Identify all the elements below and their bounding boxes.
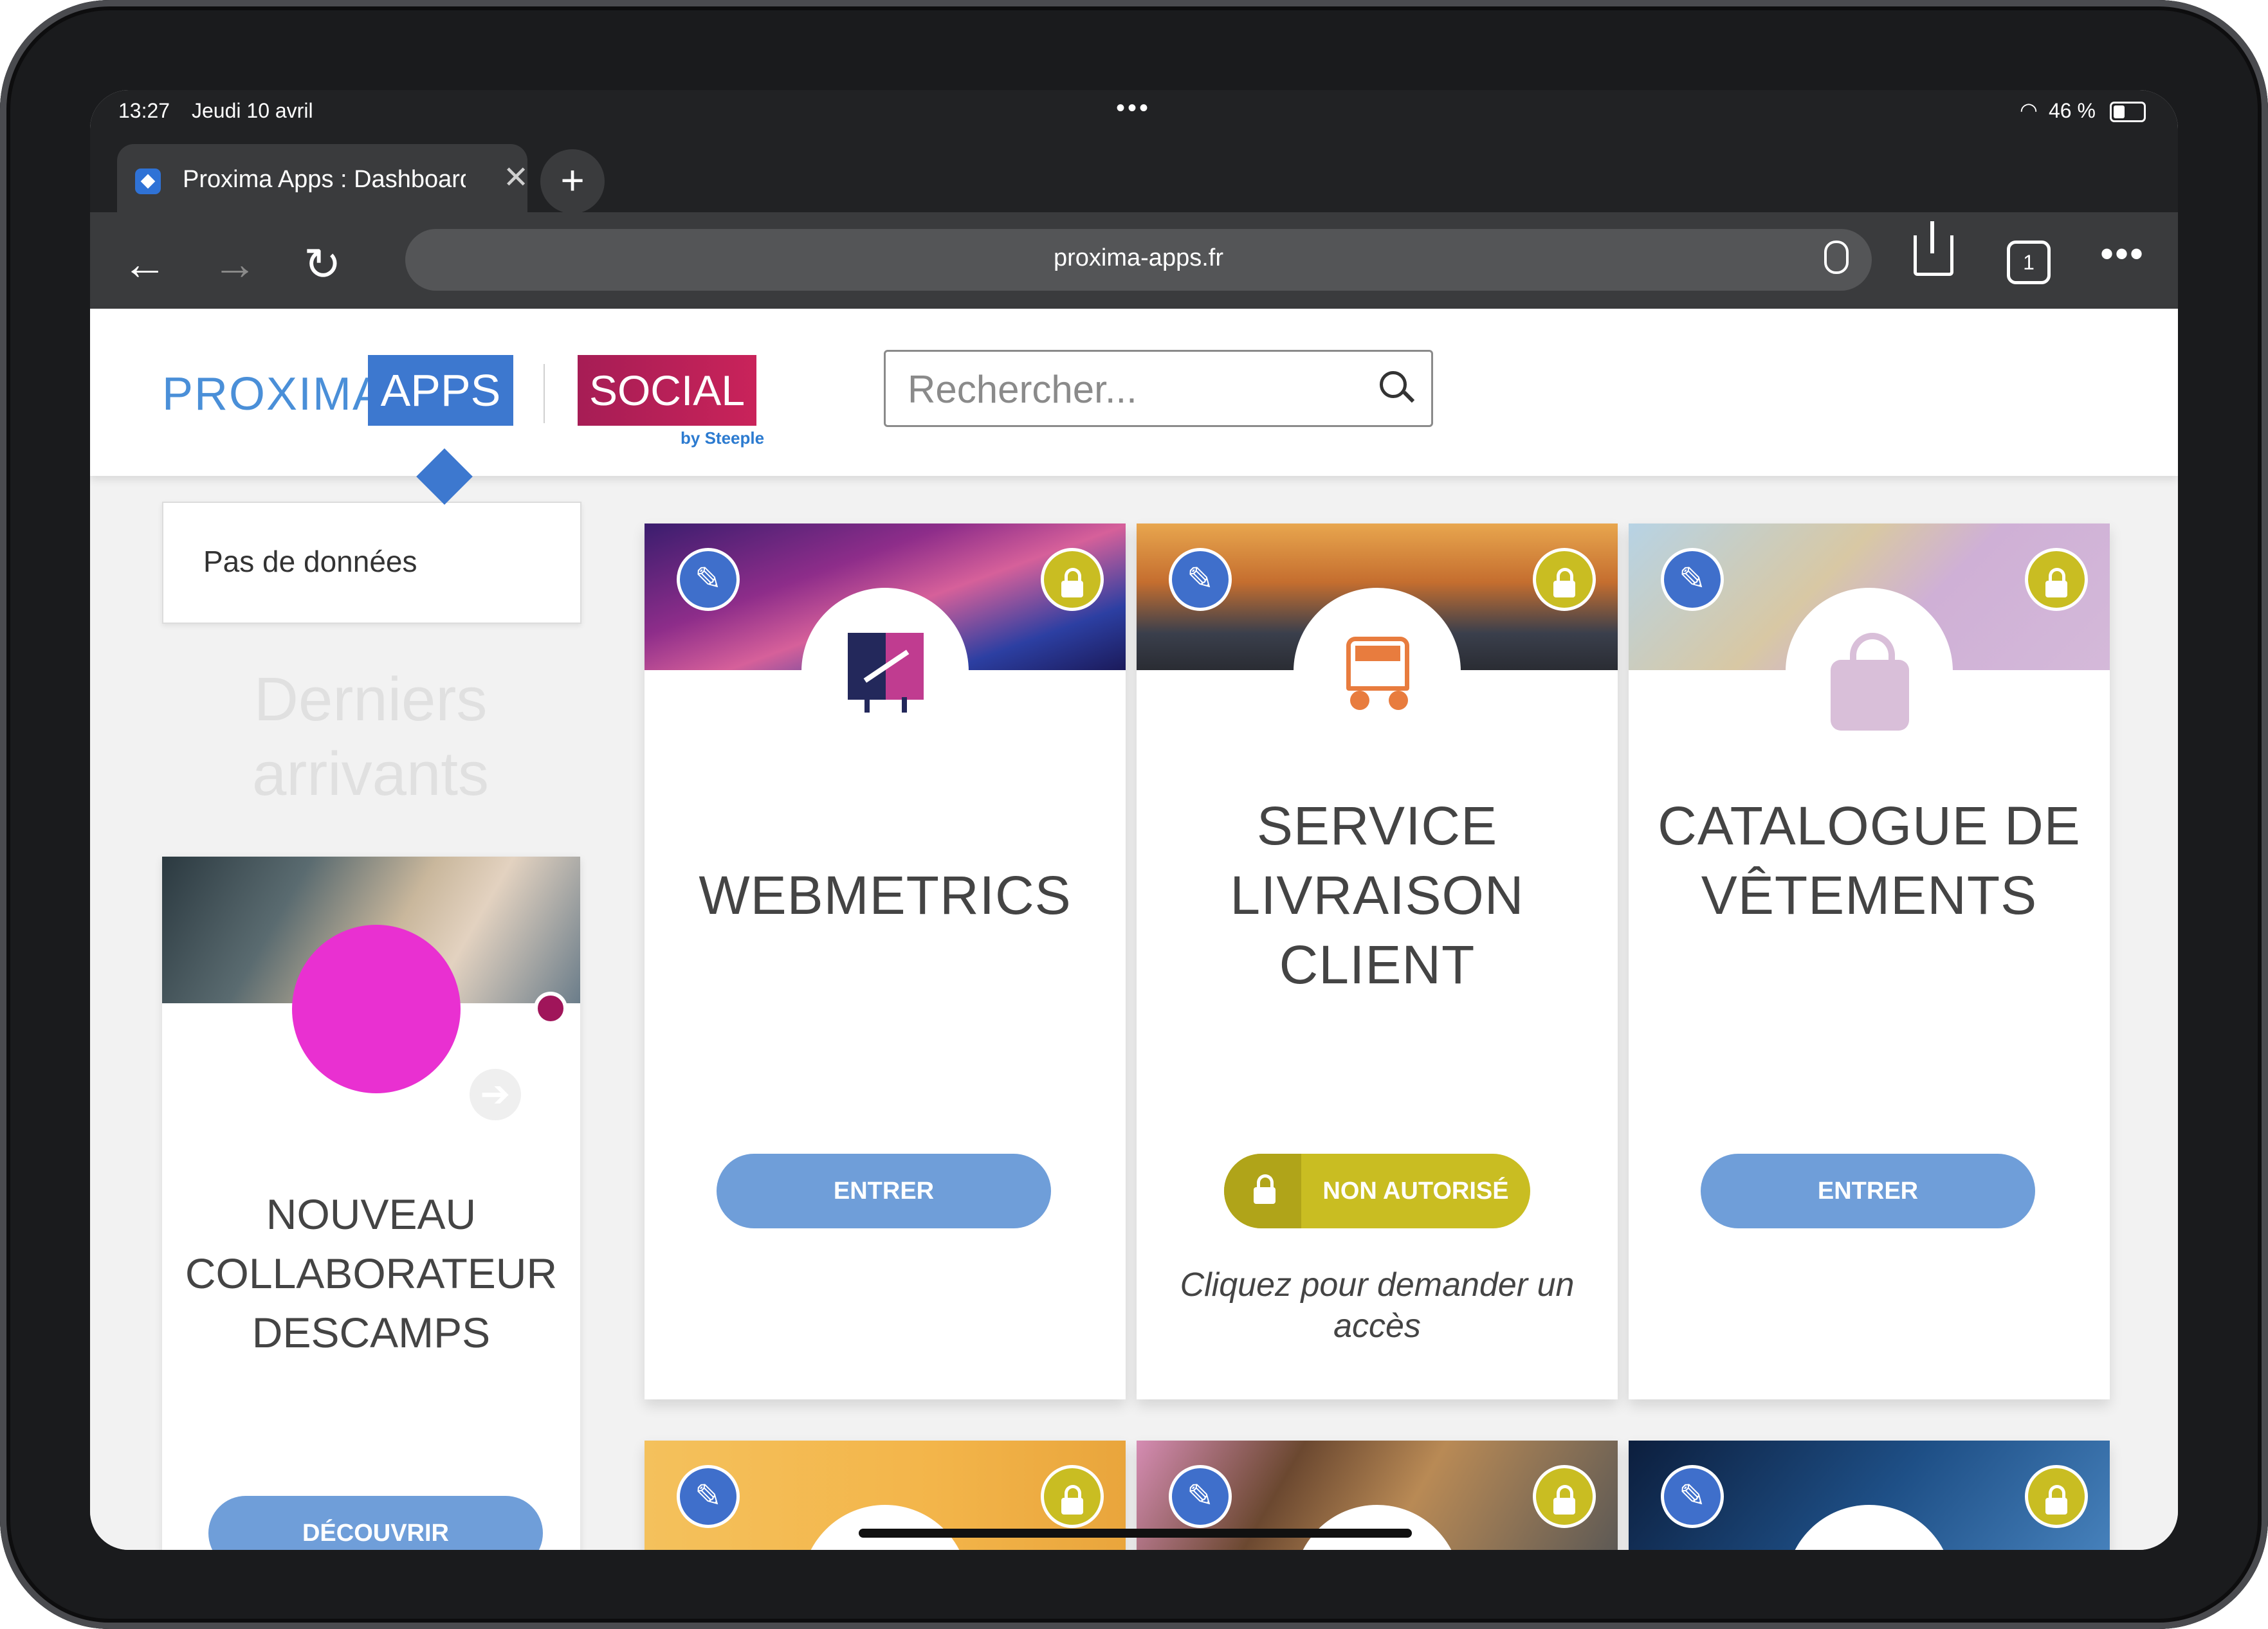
wifi-icon: ◠ — [2020, 98, 2038, 122]
home-indicator[interactable] — [859, 1529, 1412, 1538]
avatar — [292, 925, 461, 1093]
arrow-right-icon[interactable]: ➔ — [470, 1069, 521, 1120]
browser-toolbar: ← → ↻ proxima-apps.fr 1 ••• — [90, 212, 2178, 309]
newcomer-name: NOUVEAU COLLABORATEUR DESCAMPS — [185, 1190, 558, 1356]
site-header: PROXIMA APPS SOCIAL by Steeple Recherche… — [90, 309, 2178, 476]
chart-presentation-icon — [848, 633, 924, 713]
more-menu-icon[interactable]: ••• — [2100, 232, 2145, 276]
edit-pencil-icon[interactable]: ✎ — [1661, 1465, 1724, 1528]
status-time: 13:27 — [118, 99, 170, 122]
app-card-service-livraison[interactable]: ✎ SERVICE LIVRAISON CLIENT NON AUTORISÉ … — [1137, 523, 1618, 1399]
tab-count-button[interactable]: 1 — [2007, 241, 2051, 284]
app-card-webmetrics[interactable]: ✎ WEBMETRICS ENTRER — [645, 523, 1126, 1399]
reload-icon[interactable]: ↻ — [304, 238, 342, 291]
lock-icon[interactable] — [1041, 548, 1104, 611]
new-tab-button[interactable]: + — [540, 149, 605, 214]
truck-icon — [1333, 637, 1422, 714]
favicon-icon — [135, 168, 161, 194]
search-input[interactable]: Rechercher... — [884, 350, 1433, 427]
address-bar[interactable]: proxima-apps.fr — [405, 229, 1872, 291]
logo-proxima[interactable]: PROXIMA — [162, 368, 385, 421]
edit-pencil-icon[interactable]: ✎ — [677, 1465, 740, 1528]
shopping-bag-icon — [1831, 633, 1909, 731]
lock-icon[interactable] — [2025, 1465, 2088, 1528]
logo-social[interactable]: SOCIAL — [578, 355, 756, 426]
app-title: CATALOGUE DE VÊTEMENTS — [1658, 796, 2081, 925]
logo-apps[interactable]: APPS — [368, 355, 513, 426]
no-data-text: Pas de données — [203, 545, 417, 578]
lock-icon[interactable] — [1041, 1465, 1104, 1528]
battery-icon — [2110, 102, 2146, 122]
url-text: proxima-apps.fr — [1054, 244, 1223, 271]
discover-button[interactable]: DÉCOUVRIR — [208, 1496, 543, 1550]
status-date: Jeudi 10 avril — [192, 99, 313, 122]
battery-percent: 46 % — [2049, 99, 2096, 122]
tablet-frame: 13:27 Jeudi 10 avril ••• ◠ 46 % Proxima … — [0, 0, 2268, 1629]
lock-icon[interactable] — [2025, 548, 2088, 611]
enter-button[interactable]: ENTRER — [1701, 1154, 2035, 1228]
close-tab-icon[interactable]: ✕ — [503, 159, 529, 196]
app-title: WEBMETRICS — [699, 865, 1072, 925]
edit-pencil-icon[interactable]: ✎ — [1169, 1465, 1232, 1528]
not-authorized-label: NON AUTORISÉ — [1322, 1178, 1509, 1205]
lock-icon[interactable] — [1533, 1465, 1596, 1528]
newcomer-card[interactable]: ➔ NOUVEAU COLLABORATEUR DESCAMPS DÉCOUVR… — [162, 857, 580, 1550]
status-dot — [534, 992, 567, 1025]
back-icon[interactable]: ← — [122, 238, 167, 289]
battery-level — [2114, 105, 2125, 118]
search-placeholder: Rechercher... — [908, 368, 1137, 411]
lock-icon — [1224, 1154, 1301, 1228]
app-card-catalogue[interactable]: ✎ CATALOGUE DE VÊTEMENTS ENTRER — [1629, 523, 2110, 1399]
not-authorized-button[interactable]: NON AUTORISÉ — [1224, 1154, 1530, 1228]
tab-title: Proxima Apps : Dashboard — [183, 166, 466, 193]
multitask-dots[interactable]: ••• — [1116, 94, 1151, 123]
edit-pencil-icon[interactable]: ✎ — [677, 548, 740, 611]
logo-divider — [544, 364, 545, 423]
enter-button[interactable]: ENTRER — [717, 1154, 1051, 1228]
status-bar: 13:27 Jeudi 10 avril ••• ◠ 46 % — [90, 90, 2178, 132]
microphone-icon[interactable] — [1824, 241, 1849, 274]
search-icon[interactable] — [1380, 371, 1407, 398]
share-icon[interactable] — [1914, 221, 1953, 276]
browser-chrome: 13:27 Jeudi 10 avril ••• ◠ 46 % Proxima … — [90, 90, 2178, 309]
browser-tab[interactable]: Proxima Apps : Dashboard ✕ — [117, 144, 529, 215]
app-card-partial[interactable]: ✎ — [1629, 1441, 2110, 1550]
request-access-link[interactable]: Cliquez pour demander un accès — [1162, 1264, 1592, 1347]
app-title: SERVICE LIVRAISON CLIENT — [1230, 796, 1524, 995]
latest-arrivals-heading: Derniers arrivants — [251, 665, 489, 808]
edit-pencil-icon[interactable]: ✎ — [1169, 548, 1232, 611]
forward-icon[interactable]: → — [212, 238, 257, 289]
web-page: PROXIMA APPS SOCIAL by Steeple Recherche… — [90, 309, 2178, 1550]
no-data-panel: Pas de données — [162, 502, 581, 624]
screen: 13:27 Jeudi 10 avril ••• ◠ 46 % Proxima … — [90, 90, 2178, 1550]
lock-icon[interactable] — [1533, 548, 1596, 611]
steeple-logo: by Steeple — [681, 428, 765, 448]
edit-pencil-icon[interactable]: ✎ — [1661, 548, 1724, 611]
